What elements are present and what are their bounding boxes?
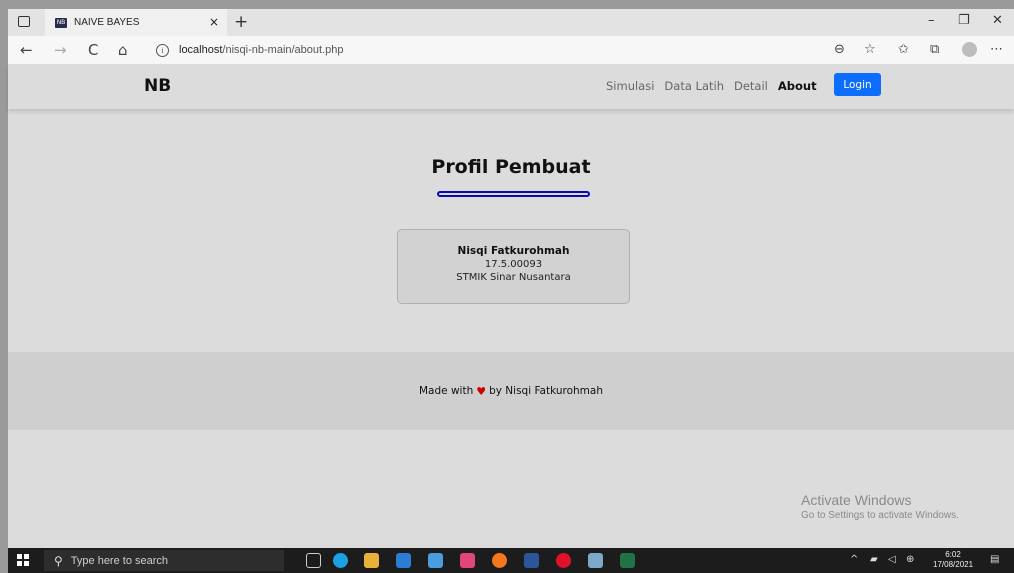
title-underline [437, 191, 590, 197]
nav-links: Simulasi Data Latih Detail About [606, 79, 827, 93]
collections-icon[interactable]: ⧉ [930, 42, 939, 57]
page-title: Profil Pembuat [431, 156, 591, 178]
nav-link-data-latih[interactable]: Data Latih [664, 79, 724, 93]
back-button[interactable]: ← [20, 41, 33, 59]
new-tab-button[interactable]: + [234, 12, 248, 32]
profile-avatar[interactable] [962, 42, 977, 57]
forward-button[interactable]: → [54, 41, 67, 59]
volume-icon[interactable]: ◁ [888, 554, 896, 565]
browser-toolbar: ← → C ⌂ i localhost/nisqi-nb-main/about.… [8, 36, 1014, 64]
footer-suffix: by Nisqi Fatkurohmah [489, 385, 603, 397]
favorite-add-icon[interactable]: ☆ [864, 42, 876, 57]
site-footer: Made with ♥ by Nisqi Fatkurohmah [8, 352, 1014, 430]
web-page: NB Simulasi Data Latih Detail About Logi… [8, 64, 1014, 548]
refresh-button[interactable]: C [88, 41, 98, 59]
favorites-icon[interactable]: ✩ [898, 42, 909, 57]
profile-institution: STMIK Sinar Nusantara [456, 272, 571, 283]
site-brand[interactable]: NB [144, 76, 171, 96]
profile-id: 17.5.00093 [484, 259, 543, 270]
address-input[interactable]: i localhost/nisqi-nb-main/about.php [148, 39, 873, 61]
language-icon[interactable]: ⊕ [906, 554, 914, 565]
activate-title: Activate Windows [801, 492, 912, 508]
tab-title: NAIVE BAYES [74, 17, 140, 28]
search-icon: ⚲ [54, 553, 63, 568]
more-menu-icon[interactable]: ⋯ [990, 42, 1003, 57]
info-icon[interactable]: i [156, 43, 169, 57]
footer-prefix: Made with [418, 385, 474, 397]
firefox-icon[interactable] [492, 553, 507, 568]
nav-link-detail[interactable]: Detail [734, 79, 768, 93]
home-button[interactable]: ⌂ [118, 41, 128, 59]
profile-card: Nisqi Fatkurohmah 17.5.00093 STMIK Sinar… [397, 229, 630, 304]
notification-icon[interactable]: ▤ [990, 554, 999, 565]
edge-icon[interactable] [333, 553, 348, 568]
xampp-icon[interactable] [460, 553, 475, 568]
clock-time: 6:02 [945, 550, 961, 559]
login-button[interactable]: Login [834, 73, 881, 96]
activate-windows-watermark: Activate Windows Go to Settings to activ… [801, 492, 959, 521]
profile-name: Nisqi Fatkurohmah [457, 245, 570, 257]
tab-favicon-icon: NB [55, 17, 67, 28]
zoom-icon[interactable]: ⊖ [834, 42, 845, 57]
paint-icon[interactable] [588, 553, 603, 568]
opera-icon[interactable] [556, 553, 571, 568]
taskbar-search-input[interactable]: ⚲ Type here to search [44, 550, 284, 571]
close-window-button[interactable]: ✕ [992, 13, 1003, 28]
app-icon[interactable] [428, 553, 443, 568]
vscode-icon[interactable] [396, 553, 411, 568]
word-icon[interactable] [524, 553, 539, 568]
start-button-icon[interactable] [17, 554, 29, 566]
taskbar-clock[interactable]: 6:02 17/08/2021 [933, 550, 973, 570]
windows-taskbar: ⚲ Type here to search ^ ▰ ◁ ⊕ 6:02 17/08… [8, 548, 1014, 573]
activate-subtitle: Go to Settings to activate Windows. [801, 510, 959, 521]
network-icon[interactable]: ▰ [870, 554, 878, 565]
search-placeholder: Type here to search [70, 554, 169, 567]
task-view-icon[interactable] [306, 553, 321, 568]
maximize-button[interactable]: ❐ [958, 13, 970, 28]
file-explorer-icon[interactable] [364, 553, 379, 568]
site-navbar: NB Simulasi Data Latih Detail About Logi… [8, 64, 1014, 109]
excel-icon[interactable] [620, 553, 635, 568]
tray-chevron-icon[interactable]: ^ [850, 554, 858, 565]
heart-icon: ♥ [476, 384, 487, 398]
tab-close-icon[interactable]: × [209, 15, 219, 29]
clock-date: 17/08/2021 [933, 560, 974, 569]
browser-tab[interactable]: NB NAIVE BAYES × [45, 9, 227, 36]
nav-link-about[interactable]: About [778, 79, 817, 93]
url-text: localhost/nisqi-nb-main/about.php [179, 44, 344, 56]
nav-link-simulasi[interactable]: Simulasi [606, 79, 654, 93]
tab-actions-icon[interactable] [18, 16, 30, 27]
browser-titlebar: NB NAIVE BAYES × + – ❐ ✕ [8, 9, 1014, 36]
minimize-button[interactable]: – [928, 13, 935, 28]
